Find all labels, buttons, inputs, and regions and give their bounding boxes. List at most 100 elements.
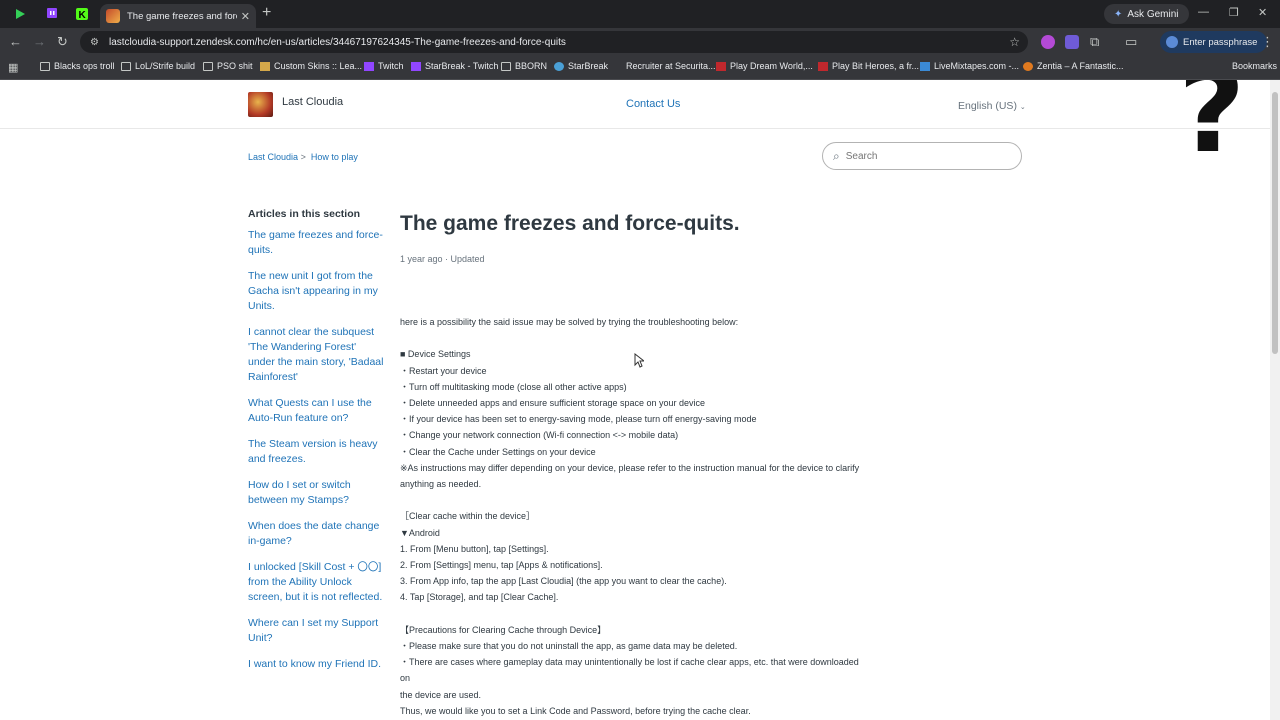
bookmark-item[interactable]: LoL/Strife build — [121, 61, 195, 71]
bookmark-item[interactable]: PSO shit — [203, 61, 253, 71]
enter-passphrase-button[interactable]: Enter passphrase — [1160, 31, 1268, 53]
breadcrumb-section[interactable]: How to play — [311, 152, 358, 162]
bookmark-item[interactable]: Play Dream World,... — [716, 61, 813, 71]
bookmark-item[interactable]: LiveMixtapes.com -... — [920, 61, 1019, 71]
gemini-sparkle-icon: ✦ — [1114, 8, 1123, 20]
folder-icon — [40, 61, 50, 71]
menu-kebab-icon[interactable]: ⋮ — [1261, 34, 1274, 50]
forward-icon[interactable]: → — [33, 34, 46, 50]
bookmark-star-icon[interactable]: ☆ — [1009, 35, 1020, 49]
extension-icon[interactable] — [1041, 35, 1055, 49]
new-tab-icon[interactable]: + — [262, 5, 271, 21]
sidebar-title: Articles in this section — [248, 208, 361, 220]
sidebar-article-link[interactable]: The Steam version is heavy and freezes. — [248, 437, 384, 467]
sidebar-article-link[interactable]: The game freezes and force-quits. — [248, 228, 384, 258]
last-cloudia-favicon-icon — [106, 9, 120, 23]
article-line: ・Clear the Cache under Settings on your … — [400, 446, 596, 457]
article-meta: 1 year ago · Updated — [400, 254, 485, 264]
sidebar-article-link[interactable]: How do I set or switch between my Stamps… — [248, 478, 384, 508]
window-close-icon[interactable]: ✕ — [1258, 6, 1267, 19]
twitch-icon — [411, 61, 421, 71]
section-articles-sidebar: Articles in this section The game freeze… — [248, 208, 384, 683]
skin-icon — [260, 61, 270, 71]
article-line: Thus, we would like you to set a Link Co… — [400, 705, 751, 716]
ask-gemini-label: Ask Gemini — [1127, 8, 1179, 20]
article-line: 2. From [Settings] menu, tap [Apps & not… — [400, 560, 603, 571]
language-selector[interactable]: English (US) ⌄ — [958, 100, 1026, 112]
last-cloudia-logo[interactable] — [248, 92, 273, 117]
maximize-icon[interactable]: ❐ — [1229, 6, 1239, 19]
kick-icon: K — [76, 8, 88, 21]
ask-gemini-button[interactable]: ✦ Ask Gemini — [1104, 4, 1189, 24]
article-line: ・If your device has been set to energy-s… — [400, 414, 757, 425]
site-header: Last Cloudia Contact Us English (US) ⌄ — [0, 80, 1270, 129]
page-scrollbar[interactable] — [1270, 80, 1280, 720]
twitch-extension-icon[interactable] — [1065, 35, 1079, 49]
all-bookmarks[interactable]: Bookmarks — [1232, 61, 1277, 71]
reload-icon[interactable]: ↻ — [57, 34, 68, 50]
overlay-question-mark: ? — [1178, 80, 1246, 179]
bookmark-item[interactable]: Twitch — [364, 61, 404, 71]
bookmark-item[interactable]: BBORN — [501, 61, 547, 71]
sidebar-article-link[interactable]: I unlocked [Skill Cost + 〇〇] from the Ab… — [248, 560, 384, 605]
apps-grid-icon[interactable]: ▦ — [8, 60, 18, 76]
breadcrumb-separator: > — [300, 152, 306, 162]
minimize-icon[interactable]: — — [1198, 6, 1209, 18]
bookmark-item[interactable]: StarBreak — [554, 61, 608, 71]
browser-toolbar: ← → ↻ ⚙ lastcloudia-support.zendesk.com/… — [0, 28, 1280, 56]
folder-icon — [203, 61, 213, 71]
folder-icon — [121, 61, 131, 71]
tab-search-icon[interactable]: ▭ — [1125, 34, 1137, 50]
article-line: here is a possibility the said issue may… — [400, 317, 739, 327]
article-title: The game freezes and force-quits. — [400, 212, 740, 235]
tab-active[interactable]: The game freezes and force-quits ✕ — [100, 4, 256, 28]
scrollbar-thumb[interactable] — [1272, 92, 1278, 354]
sidebar-article-link[interactable]: I cannot clear the subquest 'The Wanderi… — [248, 325, 384, 385]
article-line — [400, 492, 870, 508]
kongregate-icon — [716, 61, 726, 71]
search-box[interactable]: ⌕ — [822, 142, 1022, 170]
sidebar-article-link[interactable]: I want to know my Friend ID. — [248, 657, 384, 672]
breadcrumb: Last Cloudia > How to play — [248, 152, 358, 162]
pinned-tab-play[interactable] — [10, 4, 30, 24]
bookmark-item[interactable]: Play Bit Heroes, a fr... — [818, 61, 919, 71]
sidebar-article-link[interactable]: The new unit I got from the Gacha isn't … — [248, 269, 384, 314]
mouse-cursor-icon — [634, 353, 644, 368]
pinned-tab-twitch[interactable] — [42, 4, 62, 24]
article-line: ・Change your network connection (Wi-fi c… — [400, 430, 679, 441]
article-body: here is a possibility the said issue may… — [400, 314, 870, 720]
article: The game freezes and force-quits. 1 year… — [400, 210, 870, 720]
contact-us-link[interactable]: Contact Us — [626, 98, 680, 110]
web-page: Last Cloudia Contact Us English (US) ⌄ L… — [0, 80, 1270, 720]
search-input[interactable] — [845, 150, 996, 162]
twitch-icon — [47, 8, 57, 18]
article-line: the device are used. — [400, 689, 482, 700]
bookmark-item[interactable]: Custom Skins :: Lea... — [260, 61, 362, 71]
bookmark-item[interactable]: StarBreak - Twitch — [411, 61, 498, 71]
brand-name[interactable]: Last Cloudia — [282, 96, 343, 108]
extensions-puzzle-icon[interactable]: ⧉ — [1090, 34, 1099, 50]
back-icon[interactable]: ← — [9, 34, 22, 50]
play-icon — [16, 9, 25, 19]
site-info-icon[interactable]: ⚙ — [90, 37, 99, 48]
bookmark-item[interactable]: Zentia – A Fantastic... — [1023, 61, 1124, 71]
article-line: ・Delete unneeded apps and ensure suffici… — [400, 398, 706, 408]
twitch-icon — [364, 61, 374, 71]
svg-text:K: K — [79, 10, 87, 21]
blank-page-icon — [612, 62, 622, 71]
article-line: 3. From App info, tap the app [Last Clou… — [400, 576, 727, 587]
bookmark-item[interactable]: Blacks ops troll — [40, 61, 115, 71]
pinned-tab-kick[interactable]: K — [72, 4, 92, 24]
livemixtapes-icon — [920, 61, 930, 71]
sidebar-article-link[interactable]: When does the date change in-game? — [248, 519, 384, 549]
address-bar[interactable]: ⚙ lastcloudia-support.zendesk.com/hc/en-… — [80, 31, 1028, 53]
breadcrumb-home[interactable]: Last Cloudia — [248, 152, 298, 162]
sidebar-article-link[interactable]: What Quests can I use the Auto-Run featu… — [248, 396, 384, 426]
tab-close-icon[interactable]: ✕ — [241, 10, 250, 23]
tab-title: The game freezes and force-quits — [127, 10, 237, 22]
browser-tab-bar: K The game freezes and force-quits ✕ + ✦… — [0, 0, 1280, 28]
bookmark-item[interactable]: Recruiter at Securita... — [612, 61, 716, 71]
article-line: anything as needed. — [400, 479, 482, 490]
sidebar-article-link[interactable]: Where can I set my Support Unit? — [248, 616, 384, 646]
chevron-down-icon: ⌄ — [1019, 104, 1026, 111]
